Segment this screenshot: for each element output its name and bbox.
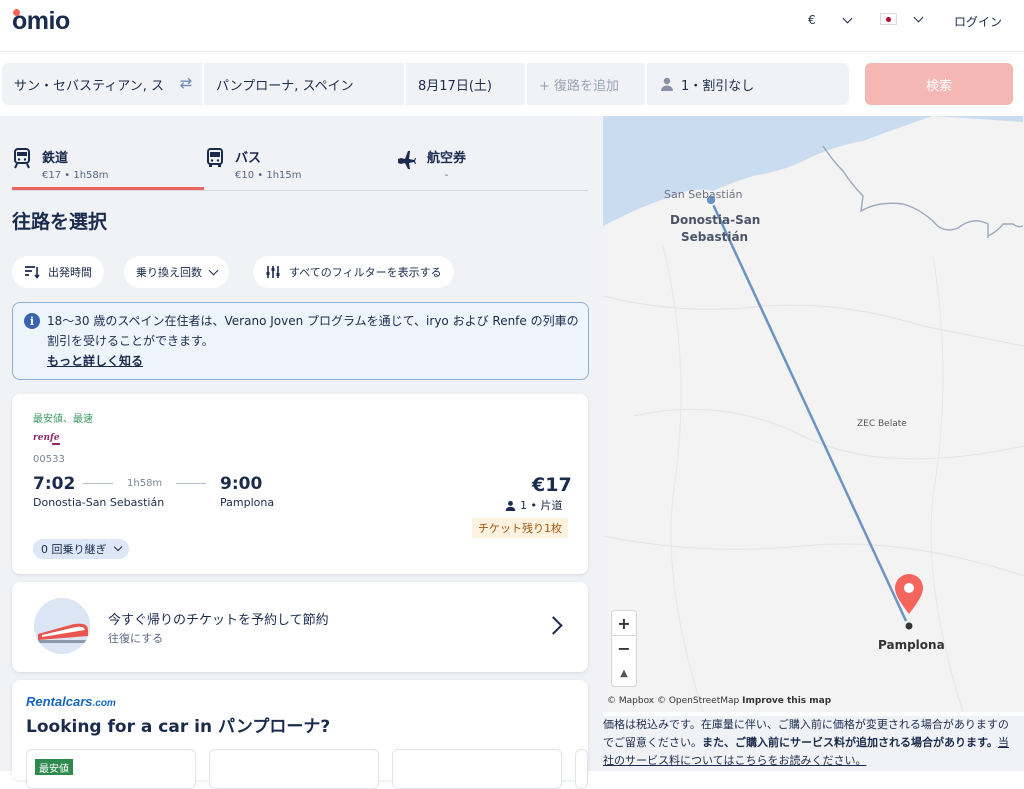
renfe-logo-mark [52,443,60,445]
rental-option-card[interactable] [209,749,379,789]
all-filters-label: すべてのフィルターを表示する [289,266,442,279]
duration-line-left [83,483,113,484]
map-label-zec-belate: ZEC Belate [857,419,907,429]
date-value: 8月17日(土) [418,78,492,94]
person-icon [505,500,516,511]
currency-selector[interactable]: € [808,13,853,27]
transfers-filter-label: 乗り換え回数 [136,266,202,279]
train-icon [14,148,30,169]
tickets-left-badge: チケット残り1枚 [472,518,568,538]
transfers-label: 0 回乗り継ぎ [41,543,107,556]
tab-flights-label: 航空券 [427,151,467,166]
destination-input[interactable]: パンプローナ, スペイン [204,63,404,105]
high-speed-train-icon [38,623,88,643]
transfers-toggle[interactable]: 0 回乗り継ぎ [33,539,129,559]
chevron-down-icon [913,12,924,22]
login-link[interactable]: ログイン [954,13,1002,30]
train-number: 00533 [33,454,65,465]
sort-icon [25,266,40,279]
train-illustration [34,598,90,654]
rentalcars-brand-suffix: .com [92,698,116,709]
tab-bus-label: バス [235,151,262,166]
learn-more-link[interactable]: もっと詳しく知る [47,352,143,369]
map-canvas [603,116,1024,712]
swap-icon[interactable]: ⇄ [176,72,196,94]
bus-icon [207,148,223,167]
map-attribution: © Mapbox © OpenStreetMap Improve this ma… [607,696,831,706]
price: €17 [532,474,572,496]
fare-type: 1 • 片道 [505,497,562,513]
compass-button[interactable]: ▲ [611,661,637,687]
origin-input[interactable]: サン・セバスティアン, ス [2,63,202,105]
rental-option-card[interactable] [575,749,588,789]
tab-bus[interactable]: バス €10 • 1h15m [205,147,302,191]
map-label-pamplona: Pamplona [878,638,945,652]
tab-train[interactable]: 鉄道 €17 • 1h58m [12,147,109,191]
rentalcars-brand: Rentalcars [26,694,93,709]
rental-option-card[interactable] [392,749,562,789]
airplane-icon [398,151,416,169]
tab-train-label: 鉄道 [42,151,69,166]
chevron-down-icon [113,542,122,552]
map-label-donostia-1: Donostia-San [670,213,761,227]
fare-type-label: 1 • 片道 [520,499,563,512]
tab-divider [12,190,588,191]
return-placeholder: + 復路を追加 [539,78,620,94]
japan-flag-icon [880,13,897,25]
origin-value: サン・セバスティアン, ス [14,78,164,94]
language-selector[interactable] [880,12,924,25]
return-date-input[interactable]: + 復路を追加 [527,63,645,105]
chevron-down-icon [842,13,853,23]
passengers-value: 1・割引なし [681,78,755,94]
cheapest-badge: 最安値 [35,759,73,775]
destination-value: パンプローナ, スペイン [216,78,354,94]
trip-duration: 1h58m [127,478,163,489]
arrival-station: Pamplona [220,496,275,509]
disclaimer-service-fee: また、ご購入前にサービス料が追加される場合があります。 [702,736,998,749]
passengers-input[interactable]: 1・割引なし [647,63,849,105]
price-disclaimer: 価格は税込みです。在庫量に伴い、ご購入前に価格が変更される場合がありますのでご留… [603,716,1024,771]
rental-title: Looking for a car in パンプローナ? [26,717,331,737]
departure-time-label: 出発時間 [48,266,92,279]
active-tab-indicator [12,187,204,190]
sliders-icon [266,266,280,278]
map-label-donostia-2: Sebastián [681,230,749,244]
all-filters-button[interactable]: すべてのフィルターを表示する [253,256,454,288]
route-map[interactable] [603,116,1024,712]
search-button[interactable]: 検索 [865,63,1013,105]
return-promo-subtitle: 往復にする [108,632,164,645]
rentalcars-logo: Rentalcars.com [26,694,116,709]
zoom-in-button[interactable]: + [611,610,637,636]
tab-flights-summary: - [444,170,449,181]
info-text: 18～30 歳のスペイン在住者は、Verano Joven プログラムを通じて、… [47,314,579,348]
zoom-out-button[interactable]: − [611,636,637,662]
return-promo-title: 今すぐ帰りのチケットを予約して節約 [108,613,329,628]
improve-map-link[interactable]: Improve this map [742,696,831,706]
map-label-san-sebastian: San Sebastián [664,188,743,201]
cheapest-fastest-badge: 最安値、最速 [33,414,93,425]
duration-line-right [176,483,206,484]
chevron-down-icon [208,265,219,275]
renfe-logo: renfe [33,433,60,443]
tab-train-summary: €17 • 1h58m [42,170,109,181]
tab-bus-summary: €10 • 1h15m [235,170,302,181]
departure-time-filter[interactable]: 出発時間 [12,256,104,288]
currency-label: € [808,13,816,27]
transfers-filter[interactable]: 乗り換え回数 [124,256,229,288]
arrival-time: 9:00 [220,474,263,494]
departure-time: 7:02 [33,474,76,494]
date-input[interactable]: 8月17日(土) [406,63,525,105]
tab-flights[interactable]: 航空券 - [397,147,466,191]
info-icon: i [24,313,40,329]
page-title: 往路を選択 [12,211,108,233]
departure-station: Donostia-San Sebastián [33,496,165,509]
attribution-text: © Mapbox © OpenStreetMap [607,696,740,706]
person-icon [661,77,673,91]
omio-logo[interactable]: omio [12,7,70,36]
top-header [0,0,1024,52]
